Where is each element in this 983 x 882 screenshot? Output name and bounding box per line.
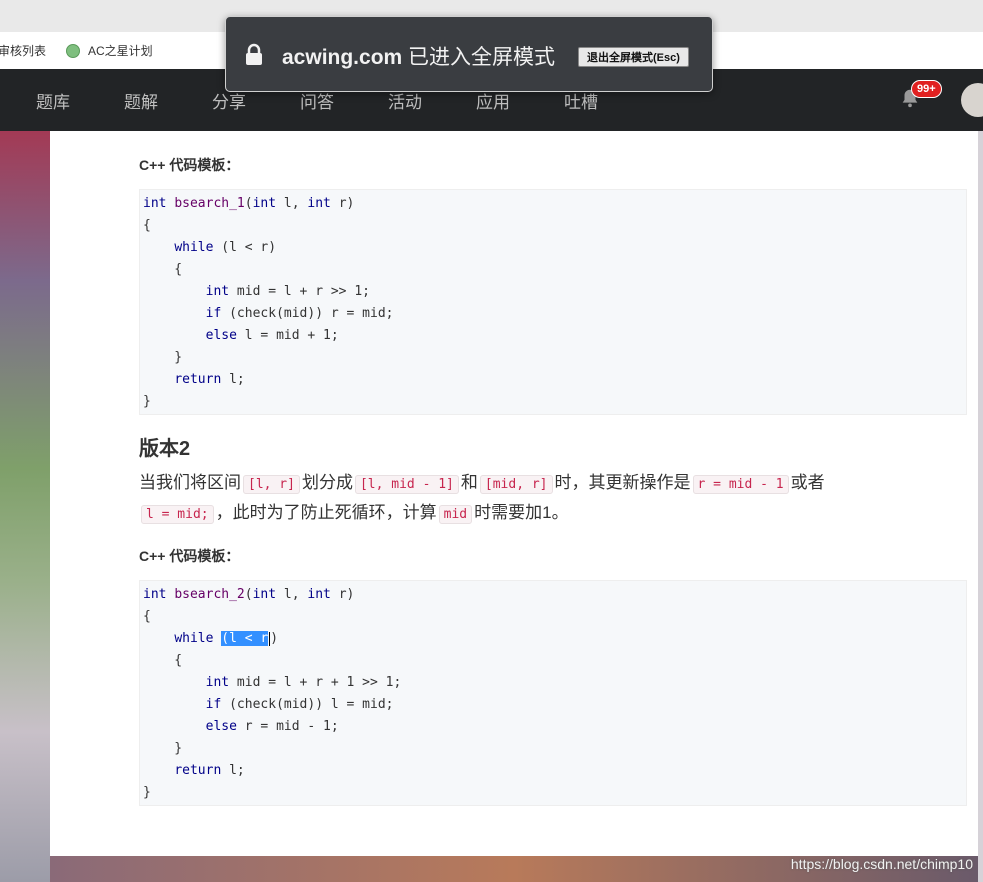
bookmark-ac-star-plan[interactable]: AC之星计划 [62,42,153,59]
code-block-2[interactable]: int bsearch_2(int l, int r) { while (l <… [139,580,967,806]
exit-fullscreen-button[interactable]: 退出全屏模式(Esc) [578,47,689,67]
code-line: else l = mid + 1; [205,328,339,343]
toast-message: acwing.com 已进入全屏模式 [282,41,555,71]
inline-code: mid [438,505,473,524]
watermark-text: https://blog.csdn.net/chimp10 [790,856,973,872]
nav-item-solutions[interactable]: 题解 [97,88,185,113]
code-line: } [143,741,183,756]
para-text: 和 [460,473,478,492]
bookmark-label: 审核列表 [0,44,47,58]
explanation-paragraph: 当我们将区间 [l, r] 划分成 [l, mid - 1] 和 [mid, r] 时，其更… [139,469,939,529]
para-text: 当我们将区间 [139,473,241,492]
code-line: } [143,350,183,365]
code-line: if (check(mid)) r = mid; [205,306,394,321]
code-line: { [143,609,151,624]
code-line: else r = mid - 1; [205,719,339,734]
code-line: while (l < r) [174,631,279,646]
para-text: ，此时为了防止死循环，计算 [215,503,437,522]
para-text: 时，其更新操作是 [554,473,691,492]
code-line: int bsearch_1(int l, int r) [143,196,355,211]
toast-status: 已进入全屏模式 [402,46,556,69]
code-line: return l; [174,763,245,778]
code-line: } [143,394,151,409]
code-line: int bsearch_2(int l, int r) [143,587,355,602]
para-text: 划分成 [301,473,353,492]
para-text: 或者 [790,473,825,492]
site-favicon-icon [66,43,81,58]
bookmark-label: AC之星计划 [88,44,153,58]
code-line: if (check(mid)) l = mid; [205,697,394,712]
inline-code: [mid, r] [479,475,553,494]
toast-domain: acwing.com [282,46,403,69]
notification-badge: 99+ [911,80,942,98]
section-heading: 版本2 [139,438,191,460]
inline-code: l = mid; [141,505,214,524]
inline-code: r = mid - 1 [692,475,789,494]
text-cursor [269,631,271,646]
code-line: int mid = l + r + 1 >> 1; [205,675,402,690]
code-line: int mid = l + r >> 1; [205,284,370,299]
bookmark-review-list[interactable]: 审核列表 [0,42,46,59]
article-card: C++ 代码模板： int bsearch_1(int l, int r) { … [50,131,978,856]
template-label-2: C++ 代码模板： [139,548,240,564]
text-selection[interactable]: (l < r [221,631,269,646]
code-line: { [143,218,151,233]
notification-bell[interactable]: 99+ [899,80,942,113]
inline-code: [l, r] [243,475,300,494]
code-line: while (l < r) [174,240,277,255]
para-text: 时需要加1。 [474,503,569,522]
code-block-1: int bsearch_1(int l, int r) { while (l <… [139,189,967,415]
code-line: } [143,785,151,800]
code-line: { [143,653,183,668]
code-line: return l; [174,372,245,387]
nav-item-problems[interactable]: 题库 [9,88,97,113]
user-avatar[interactable] [961,83,983,117]
template-label-1: C++ 代码模板： [139,157,240,173]
inline-code: [l, mid - 1] [354,475,459,494]
code-line: { [143,262,183,277]
fullscreen-toast: acwing.com 已进入全屏模式 退出全屏模式(Esc) [225,16,713,92]
lock-icon [244,43,264,72]
